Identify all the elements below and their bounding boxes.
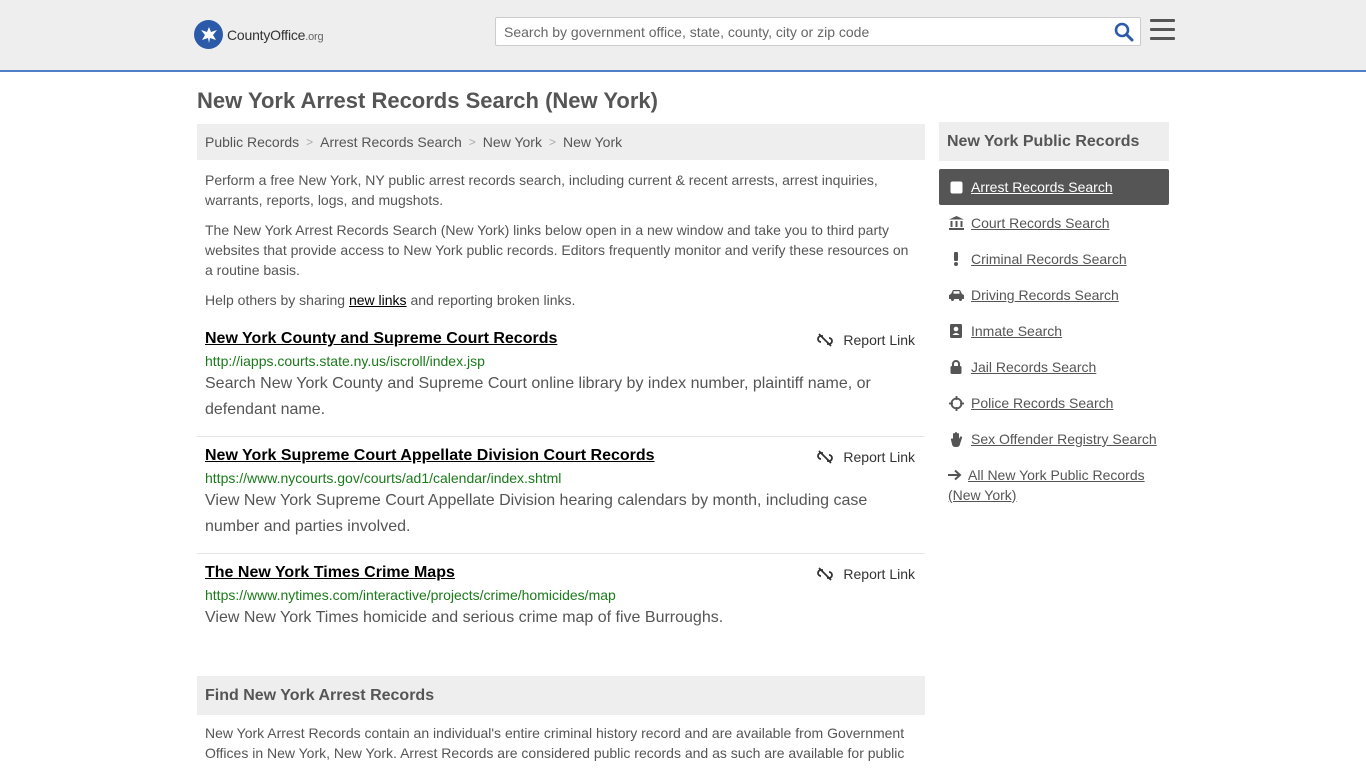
intro-paragraph-3: Help others by sharing new links and rep… (205, 290, 917, 310)
record-url[interactable]: https://www.nytimes.com/interactive/proj… (205, 587, 917, 603)
breadcrumb: Public Records > Arrest Records Search >… (197, 124, 925, 160)
sidebar-item-arrest-records[interactable]: Arrest Records Search (939, 169, 1169, 205)
lock-icon (948, 359, 964, 375)
record-title-link[interactable]: New York County and Supreme Court Record… (205, 330, 557, 348)
breadcrumb-item-state[interactable]: New York (483, 134, 542, 150)
sidebar-item-label: All New York Public Records (New York) (948, 465, 1161, 505)
breadcrumb-item-public-records[interactable]: Public Records (205, 134, 299, 150)
exclamation-icon (948, 251, 964, 267)
sidebar-item-label: Arrest Records Search (971, 179, 1113, 195)
sidebar-item-driving-records[interactable]: Driving Records Search (939, 277, 1169, 313)
record-url[interactable]: http://iapps.courts.state.ny.us/iscroll/… (205, 353, 917, 369)
search-icon[interactable] (1114, 22, 1134, 42)
sidebar-title: New York Public Records (939, 122, 1169, 161)
sidebar-item-inmate-search[interactable]: Inmate Search (939, 313, 1169, 349)
report-link-button[interactable]: Report Link (817, 449, 915, 465)
site-header: CountyOffice.org (0, 0, 1366, 72)
report-link-button[interactable]: Report Link (817, 566, 915, 582)
intro-paragraph-2: The New York Arrest Records Search (New … (205, 222, 909, 278)
breadcrumb-separator-icon: > (468, 135, 476, 149)
search-bar (495, 17, 1141, 46)
sidebar-item-label-text: All New York Public Records (New York) (948, 467, 1145, 503)
breadcrumb-separator-icon: > (306, 135, 314, 149)
broken-link-icon (817, 333, 834, 347)
record-title-link[interactable]: The New York Times Crime Maps (205, 564, 455, 582)
sidebar-item-label: Court Records Search (971, 215, 1110, 231)
logo-main-text: CountyOffice (227, 26, 306, 43)
record-description: View New York Supreme Court Appellate Di… (205, 492, 868, 535)
broken-link-icon (817, 567, 834, 581)
report-link-label: Report Link (843, 566, 915, 582)
sidebar-item-jail-records[interactable]: Jail Records Search (939, 349, 1169, 385)
find-section-text: New York Arrest Records contain an indiv… (205, 725, 905, 761)
page-title: New York Arrest Records Search (New York… (197, 88, 658, 113)
record-item: The New York Times Crime Maps Report Lin… (197, 564, 925, 644)
report-link-label: Report Link (843, 449, 915, 465)
site-logo[interactable]: CountyOffice.org (194, 20, 324, 49)
report-link-label: Report Link (843, 332, 915, 348)
sidebar-item-court-records[interactable]: Court Records Search (939, 205, 1169, 241)
car-icon (948, 287, 964, 303)
sidebar-item-all-public-records[interactable]: All New York Public Records (New York) (939, 465, 1161, 509)
record-url[interactable]: https://www.nycourts.gov/courts/ad1/cale… (205, 470, 917, 486)
search-input[interactable] (496, 18, 1096, 45)
intro-paragraph-1: Perform a free New York, NY public arres… (205, 172, 878, 208)
breadcrumb-separator-icon: > (548, 135, 556, 149)
id-badge-icon (948, 323, 964, 339)
sidebar-item-police-records[interactable]: Police Records Search (939, 385, 1169, 421)
record-item: New York Supreme Court Appellate Divisio… (197, 447, 925, 554)
sidebar-item-label: Criminal Records Search (971, 251, 1127, 267)
square-icon (948, 179, 964, 195)
breadcrumb-item-arrest-records[interactable]: Arrest Records Search (320, 134, 462, 150)
logo-tld-text: .org (305, 30, 324, 43)
sidebar-item-sex-offender-registry[interactable]: Sex Offender Registry Search (939, 421, 1169, 457)
intro-p3-before: Help others by sharing (205, 292, 349, 308)
logo-text: CountyOffice.org (227, 26, 324, 43)
crosshair-icon (948, 395, 964, 411)
hand-icon (948, 431, 964, 447)
record-description: View New York Times homicide and serious… (205, 609, 724, 626)
sidebar-item-label: Driving Records Search (971, 287, 1119, 303)
sidebar-item-label: Inmate Search (971, 323, 1063, 339)
hamburger-menu-icon[interactable] (1150, 19, 1175, 41)
record-description: Search New York County and Supreme Court… (205, 375, 871, 418)
sidebar-item-label: Sex Offender Registry Search (971, 431, 1157, 447)
eagle-seal-icon (194, 20, 223, 49)
sidebar-item-label: Police Records Search (971, 395, 1114, 411)
report-link-button[interactable]: Report Link (817, 332, 915, 348)
record-title-link[interactable]: New York Supreme Court Appellate Divisio… (205, 447, 655, 465)
sidebar-item-label: Jail Records Search (971, 359, 1097, 375)
arrow-right-icon (948, 469, 962, 481)
courthouse-icon (948, 215, 964, 231)
intro-p3-after: and reporting broken links. (406, 292, 576, 308)
broken-link-icon (817, 450, 834, 464)
record-item: New York County and Supreme Court Record… (197, 330, 925, 437)
sidebar-item-criminal-records[interactable]: Criminal Records Search (939, 241, 1169, 277)
breadcrumb-item-city[interactable]: New York (563, 134, 622, 150)
new-links-link[interactable]: new links (349, 292, 407, 308)
find-section-heading: Find New York Arrest Records (197, 676, 925, 715)
